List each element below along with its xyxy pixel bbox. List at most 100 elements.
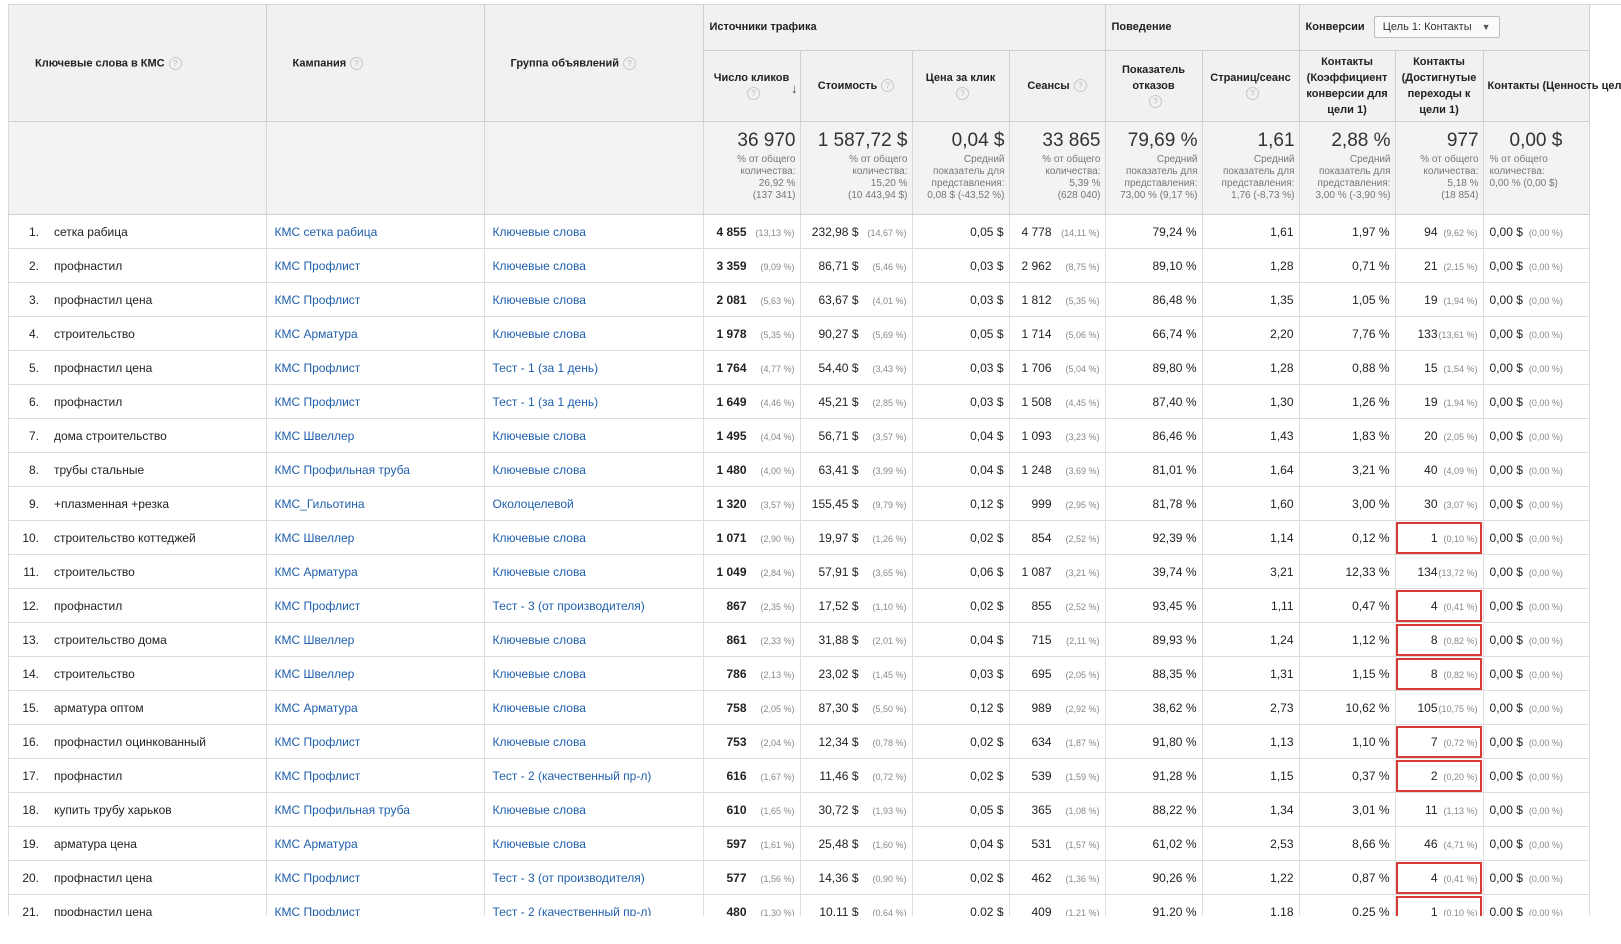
adgroup-link[interactable]: Ключевые слова xyxy=(484,282,704,317)
campaign-link[interactable]: КМС Швеллер xyxy=(266,622,485,657)
help-icon[interactable]: ? xyxy=(623,56,637,70)
adgroup-link[interactable]: Ключевые слова xyxy=(484,826,704,861)
table-row: 12. профнастил КМС Профлист Тест - 3 (от пр… xyxy=(9,588,1590,623)
adgroup-link[interactable]: Тест - 1 (за 1 день) xyxy=(484,384,704,419)
cost-percent: (4,01 %) xyxy=(872,295,907,306)
campaign-link[interactable]: КМС Арматура xyxy=(266,826,485,861)
keyword-cell: 9. +плазменная +резка xyxy=(9,486,267,521)
goal-completions-percent: (4,71 %) xyxy=(1443,839,1478,850)
campaign-link[interactable]: КМС Профлист xyxy=(266,758,485,793)
campaign-link[interactable]: КМС_Гильотина xyxy=(266,486,485,521)
campaign-link[interactable]: КМС Профлист xyxy=(266,588,485,623)
campaign-link[interactable]: КМС Швеллер xyxy=(266,520,485,555)
adgroup-link[interactable]: Тест - 1 (за 1 день) xyxy=(484,350,704,385)
goal-value-cell: 0,00 $ (0,00 %) xyxy=(1483,486,1590,521)
campaign-link[interactable]: КМС Профильная труба xyxy=(266,452,485,487)
campaign-link[interactable]: КМС Арматура xyxy=(266,316,485,351)
adgroup-link[interactable]: Ключевые слова xyxy=(484,248,704,283)
row-number: 11. xyxy=(23,564,39,579)
help-icon[interactable]: ? xyxy=(1149,95,1162,109)
help-icon[interactable]: ? xyxy=(881,79,895,93)
bounce-cell: 91,28 % xyxy=(1105,758,1203,793)
header-pages[interactable]: Страниц/сеанс? xyxy=(1202,50,1300,123)
header-conv-rate-label: Контакты (Коэффициент конверсии для цели… xyxy=(1306,55,1388,116)
header-keyword[interactable]: Ключевые слова в КМС? xyxy=(9,5,267,122)
keyword-cell: 5. профнастил цена xyxy=(9,350,267,385)
sessions-cell: 2 962 (8,75 %) xyxy=(1009,248,1106,283)
sessions-cell: 634 (1,87 %) xyxy=(1009,724,1106,759)
header-goal-value[interactable]: Контакты (Ценность цели 1) xyxy=(1483,50,1621,123)
help-icon[interactable]: ? xyxy=(168,56,182,70)
goal-value-cell: 0,00 $ (0,00 %) xyxy=(1483,792,1590,827)
adgroup-link[interactable]: Тест - 2 (качественный пр-л) xyxy=(484,894,704,916)
keyword-text: профнастил оцинкованный xyxy=(54,734,206,749)
adgroup-link[interactable]: Ключевые слова xyxy=(484,452,704,487)
campaign-link[interactable]: КМС Профлист xyxy=(266,350,485,385)
adgroup-link[interactable]: Ключевые слова xyxy=(484,792,704,827)
header-sessions[interactable]: Сеансы? xyxy=(1009,50,1106,123)
header-conv-rate[interactable]: Контакты (Коэффициент конверсии для цели… xyxy=(1299,50,1396,123)
cpc-cell: 0,04 $ xyxy=(912,826,1010,861)
adgroup-link[interactable]: Ключевые слова xyxy=(484,418,704,453)
help-icon[interactable]: ? xyxy=(350,56,364,70)
adgroup-link[interactable]: Ключевые слова xyxy=(484,554,704,589)
adgroup-link[interactable]: Тест - 2 (качественный пр-л) xyxy=(484,758,704,793)
campaign-link[interactable]: КМС Арматура xyxy=(266,690,485,725)
campaign-link[interactable]: КМС сетка рабица xyxy=(266,214,485,249)
header-clicks[interactable]: Число кликов? ↓ xyxy=(703,50,801,123)
adgroup-link[interactable]: Ключевые слова xyxy=(484,724,704,759)
adgroup-link[interactable]: Ключевые слова xyxy=(484,690,704,725)
sessions-percent: (3,21 %) xyxy=(1065,567,1100,578)
adgroup-link[interactable]: Тест - 3 (от производителя) xyxy=(484,588,704,623)
goal-value-percent: (0,00 %) xyxy=(1528,567,1563,578)
header-adgroup-label: Группа объявлений xyxy=(510,56,620,69)
campaign-link[interactable]: КМС Арматура xyxy=(266,554,485,589)
campaign-link[interactable]: КМС Профлист xyxy=(266,282,485,317)
campaign-link[interactable]: КМС Профлист xyxy=(266,860,485,895)
header-adgroup[interactable]: Группа объявлений? xyxy=(484,5,704,122)
conv-rate-cell: 0,71 % xyxy=(1299,248,1396,283)
adgroup-link[interactable]: Ключевые слова xyxy=(484,214,704,249)
bounce-cell: 92,39 % xyxy=(1105,520,1203,555)
header-bounce[interactable]: Показатель отказов? xyxy=(1105,50,1203,123)
goal-completions-cell: 21 (2,15 %) xyxy=(1395,248,1484,283)
goal-select-dropdown[interactable]: Цель 1: Контакты ▼ xyxy=(1373,16,1500,39)
goal-completions-percent: (0,72 %) xyxy=(1443,737,1478,748)
sessions-cell: 1 508 (4,45 %) xyxy=(1009,384,1106,419)
goal-value-value: 0,00 $ xyxy=(1489,360,1523,375)
adgroup-link[interactable]: Ключевые слова xyxy=(484,622,704,657)
goal-value-cell: 0,00 $ (0,00 %) xyxy=(1483,316,1590,351)
help-icon[interactable]: ? xyxy=(747,87,760,101)
total-value: 1,61 xyxy=(1257,130,1295,151)
help-icon[interactable]: ? xyxy=(956,87,969,101)
campaign-link[interactable]: КМС Профильная труба xyxy=(266,792,485,827)
campaign-link[interactable]: КМС Профлист xyxy=(266,248,485,283)
sort-arrow-icon[interactable]: ↓ xyxy=(791,81,798,97)
cost-cell: 12,34 $ (0,78 %) xyxy=(800,724,913,759)
adgroup-link[interactable]: Ключевые слова xyxy=(484,656,704,691)
goal-completions-value: 20 xyxy=(1424,428,1438,443)
campaign-link[interactable]: КМС Швеллер xyxy=(266,418,485,453)
row-number: 12. xyxy=(22,598,39,613)
adgroup-link[interactable]: Ключевые слова xyxy=(484,316,704,351)
header-goal-completions[interactable]: Контакты (Достигнутые переходы к цели 1) xyxy=(1395,50,1484,123)
help-icon[interactable]: ? xyxy=(1246,87,1259,101)
keyword-text: дома строительство xyxy=(54,428,167,443)
sessions-value: 409 xyxy=(1031,904,1052,917)
goal-value-value: 0,00 $ xyxy=(1489,462,1523,477)
campaign-link[interactable]: КМС Профлист xyxy=(266,724,485,759)
campaign-link[interactable]: КМС Профлист xyxy=(266,894,485,916)
clicks-value: 4 855 xyxy=(716,224,747,239)
campaign-link[interactable]: КМС Швеллер xyxy=(266,656,485,691)
header-cost[interactable]: Стоимость? xyxy=(800,50,913,123)
header-campaign[interactable]: Кампания? xyxy=(266,5,485,122)
header-cpc[interactable]: Цена за клик? xyxy=(912,50,1010,123)
campaign-link[interactable]: КМС Профлист xyxy=(266,384,485,419)
adgroup-link[interactable]: Ключевые слова xyxy=(484,520,704,555)
adgroup-link[interactable]: Околоцелевой xyxy=(484,486,704,521)
sessions-cell: 999 (2,95 %) xyxy=(1009,486,1106,521)
goal-value-cell: 0,00 $ (0,00 %) xyxy=(1483,214,1590,249)
adgroup-link[interactable]: Тест - 3 (от производителя) xyxy=(484,860,704,895)
pages-cell: 1,24 xyxy=(1202,622,1300,657)
help-icon[interactable]: ? xyxy=(1073,79,1087,93)
